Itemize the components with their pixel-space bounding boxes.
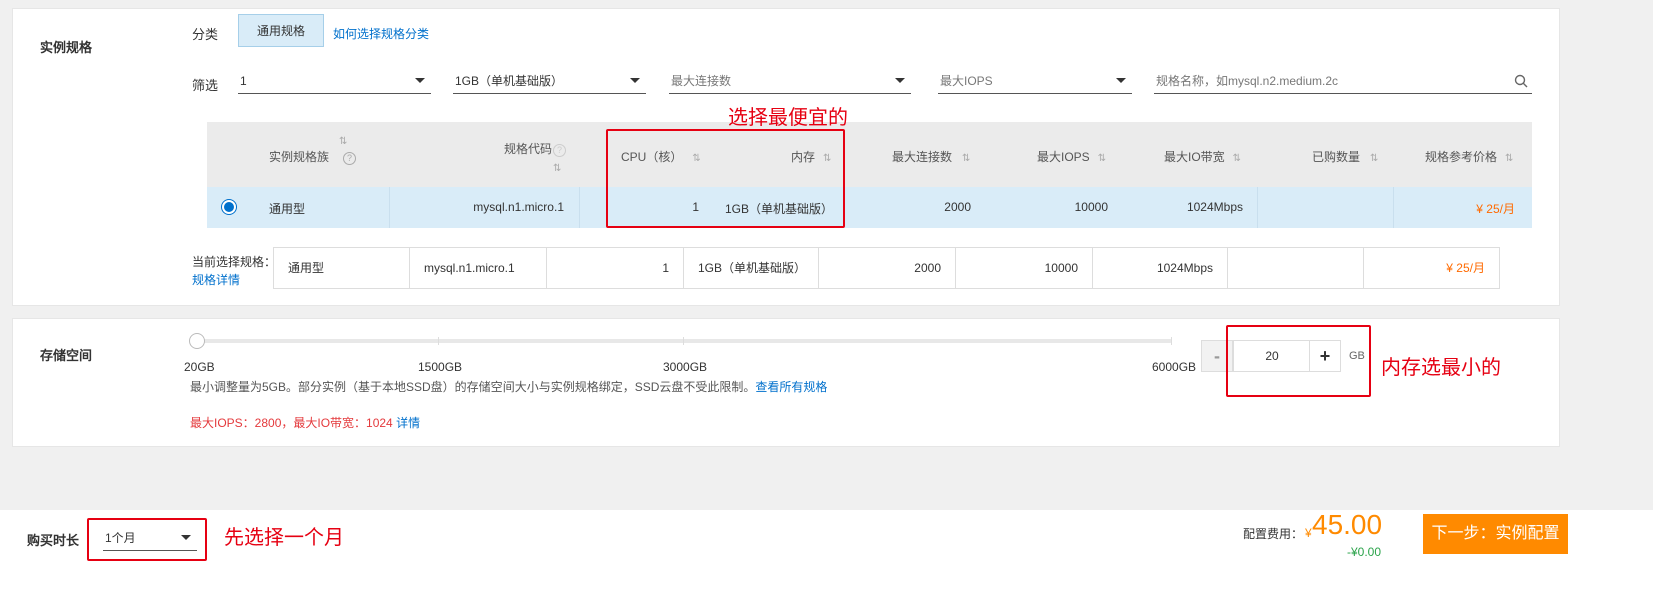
storage-hint-text: 最小调整量为5GB。部分实例（基于本地SSD盘）的存储空间大小与实例规格绑定，S… <box>190 380 756 394</box>
th-sort-icon-family[interactable]: ⇅ <box>335 133 348 147</box>
row-radio-selected[interactable] <box>222 200 236 214</box>
table-row-selected[interactable]: 通用型 mysql.n1.micro.1 1 1GB（单机基础版） 2000 1… <box>207 187 1532 228</box>
chevron-down-icon <box>895 78 905 83</box>
th-purchased-label: 已购数量 <box>1312 150 1361 164</box>
annotation-cheapest: 选择最便宜的 <box>728 107 848 129</box>
search-icon[interactable] <box>1514 74 1528 88</box>
max-iops-filter-placeholder: 最大IOPS <box>940 74 993 88</box>
summary-code: mysql.n1.micro.1 <box>410 248 547 288</box>
current-selection-summary: 通用型 mysql.n1.micro.1 1 1GB（单机基础版） 2000 1… <box>273 247 1500 289</box>
cell-max-connections: 2000 <box>944 200 971 214</box>
tab-general-spec[interactable]: 通用规格 <box>238 14 324 47</box>
cpu-filter-select[interactable]: 1 <box>238 68 431 94</box>
summary-cpu: 1 <box>547 248 684 288</box>
help-icon[interactable]: ? <box>553 144 567 157</box>
fee-amount: 45.00 <box>1312 509 1383 540</box>
chevron-down-icon <box>415 78 425 83</box>
max-connections-filter-placeholder: 最大连接数 <box>671 74 732 88</box>
summary-purchased <box>1228 248 1364 288</box>
storage-hint: 最小调整量为5GB。部分实例（基于本地SSD盘）的存储空间大小与实例规格绑定，S… <box>190 378 827 395</box>
th-family[interactable]: 实例规格族? <box>269 148 357 165</box>
th-max-iops[interactable]: 最大IOPS ⇅ <box>1037 148 1106 165</box>
summary-memory: 1GB（单机基础版） <box>684 248 819 288</box>
spec-category-help-link[interactable]: 如何选择规格分类 <box>333 25 429 42</box>
chevron-down-icon <box>630 78 640 83</box>
memory-filter-value: 1GB（单机基础版） <box>455 74 564 88</box>
cell-price: ¥ 25/月 <box>1476 202 1515 216</box>
storage-section-title: 存储空间 <box>40 348 93 363</box>
spec-details-link[interactable]: 规格详情 <box>192 271 240 288</box>
filter-label: 筛选 <box>192 78 219 93</box>
summary-family: 通用型 <box>274 248 410 288</box>
slider-tick <box>683 337 684 345</box>
storage-slider-thumb[interactable] <box>189 333 205 349</box>
annotation-box-cpu-memory <box>606 129 845 228</box>
summary-max-io-bandwidth: 1024Mbps <box>1093 248 1228 288</box>
view-all-specs-link[interactable]: 查看所有规格 <box>755 380 827 394</box>
th-code-label: 规格代码 <box>504 142 553 156</box>
max-iops-filter-select[interactable]: 最大IOPS <box>938 68 1132 94</box>
th-max-connections[interactable]: 最大连接数 ⇅ <box>892 148 971 165</box>
summary-max-iops: 10000 <box>956 248 1093 288</box>
annotation-smallest: 内存选最小的 <box>1381 357 1501 379</box>
column-divider <box>579 187 580 228</box>
duration-label: 购买时长 <box>27 533 80 548</box>
current-selection-label: 当前选择规格： <box>192 255 277 269</box>
fee-currency-symbol: ¥ <box>1305 526 1312 540</box>
summary-price: ¥ 25/月 <box>1446 261 1485 275</box>
storage-slider-track[interactable] <box>190 339 1172 343</box>
th-max-io-bandwidth[interactable]: 最大IO带宽 ⇅ <box>1164 148 1241 165</box>
th-price[interactable]: 规格参考价格 ⇅ <box>1425 148 1514 165</box>
cell-code: mysql.n1.micro.1 <box>473 200 564 214</box>
slider-tick-label: 20GB <box>184 360 215 374</box>
cpu-filter-value: 1 <box>240 74 247 88</box>
max-connections-filter-select[interactable]: 最大连接数 <box>669 68 911 94</box>
column-divider <box>389 187 390 228</box>
spec-search-input[interactable]: 规格名称，如mysql.n2.medium.2c <box>1154 68 1532 94</box>
slider-tick <box>1171 337 1172 345</box>
th-sort-icon-code[interactable]: ⇅ <box>549 160 562 174</box>
th-max-connections-label: 最大连接数 <box>892 150 953 164</box>
chevron-down-icon <box>1116 78 1126 83</box>
th-purchased[interactable]: 已购数量 ⇅ <box>1312 148 1379 165</box>
iops-info-text: 最大IOPS：2800，最大IO带宽：1024 <box>190 416 393 430</box>
th-price-label: 规格参考价格 <box>1425 150 1498 164</box>
next-step-button[interactable]: 下一步：实例配置 <box>1423 514 1568 554</box>
cell-max-io-bandwidth: 1024Mbps <box>1186 200 1243 214</box>
th-code[interactable]: 规格代码? <box>504 140 567 157</box>
annotation-box-storage <box>1226 325 1371 397</box>
slider-tick-label: 6000GB <box>1152 360 1197 374</box>
annotation-one-month: 先选择一个月 <box>224 527 344 549</box>
help-icon[interactable]: ? <box>343 152 357 165</box>
spec-section-title: 实例规格 <box>40 40 93 55</box>
category-label: 分类 <box>192 27 219 42</box>
th-max-iops-label: 最大IOPS <box>1037 150 1090 164</box>
memory-filter-select[interactable]: 1GB（单机基础版） <box>453 68 646 94</box>
th-family-label: 实例规格族 <box>269 150 330 164</box>
slider-tick-label: 1500GB <box>418 360 463 374</box>
fee-label: 配置费用： <box>1243 527 1304 541</box>
th-max-io-bandwidth-label: 最大IO带宽 <box>1164 150 1225 164</box>
column-divider <box>1393 187 1394 228</box>
fee-discount: -¥0.00 <box>1347 545 1382 559</box>
cell-family: 通用型 <box>269 202 306 216</box>
slider-tick-label: 3000GB <box>663 360 708 374</box>
iops-info: 最大IOPS：2800，最大IO带宽：1024 详情 <box>190 414 420 431</box>
slider-tick <box>438 337 439 345</box>
column-divider <box>1257 187 1258 228</box>
annotation-box-duration <box>87 518 207 561</box>
spec-search-placeholder: 规格名称，如mysql.n2.medium.2c <box>1156 74 1339 88</box>
cell-max-iops: 10000 <box>1074 200 1108 214</box>
iops-details-link[interactable]: 详情 <box>396 416 420 430</box>
summary-max-connections: 2000 <box>819 248 956 288</box>
